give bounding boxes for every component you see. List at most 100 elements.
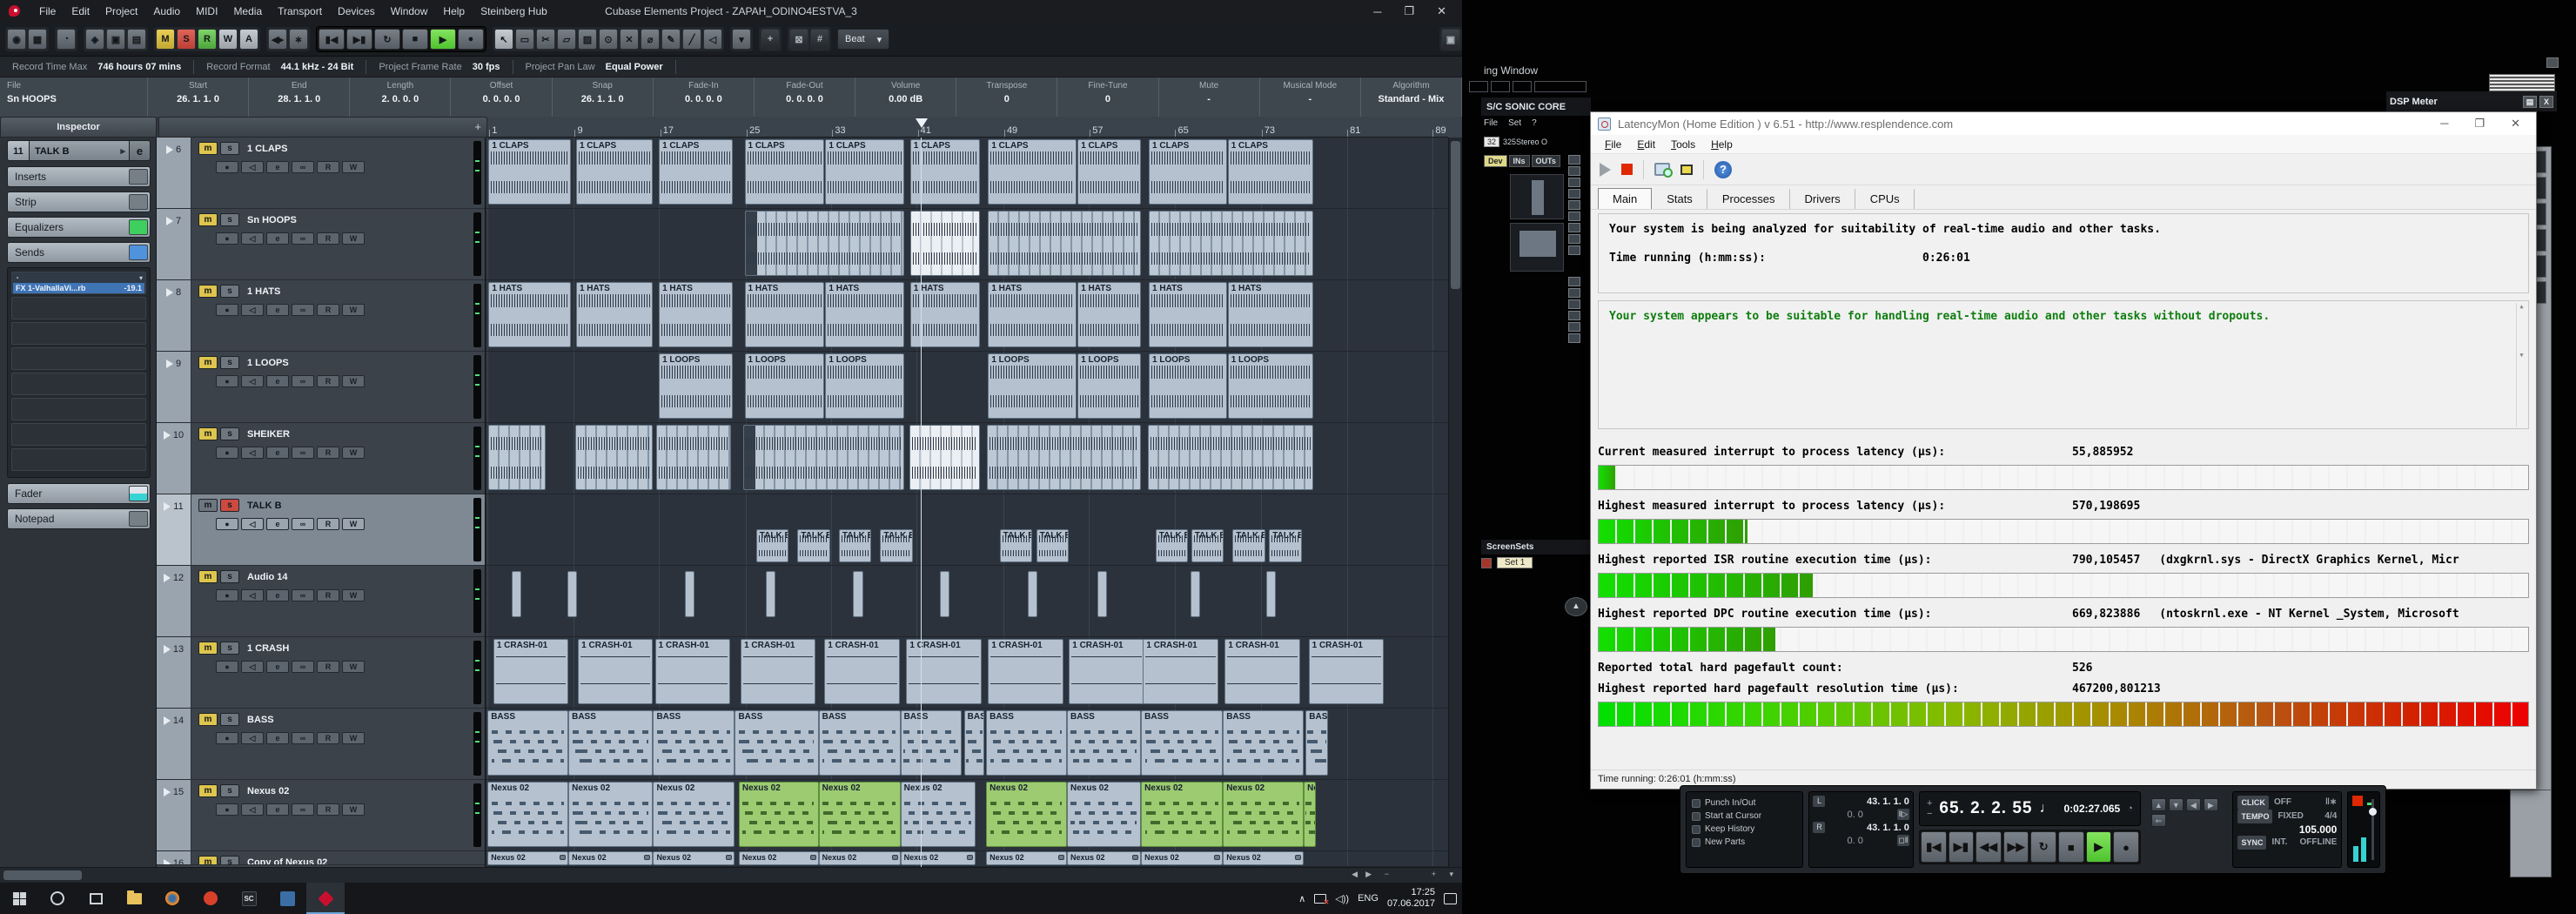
language-indicator[interactable]: ENG — [1358, 893, 1379, 904]
audio-clip[interactable] — [766, 571, 775, 617]
mute-all-button[interactable]: M — [156, 29, 175, 50]
event-display[interactable]: 1 CLAPS1 CLAPS1 CLAPS1 CLAPS1 CLAPS1 CLA… — [486, 138, 1448, 867]
nudge-button[interactable]: ▶ — [2204, 798, 2218, 811]
audio-clip[interactable]: BASS — [901, 710, 963, 776]
audio-clip[interactable]: 1 LOOPS — [745, 353, 825, 419]
write-button[interactable]: W — [342, 375, 365, 387]
edit-button[interactable]: e — [266, 518, 289, 530]
track-row-1-loops[interactable]: 9ms1 LOOPS●◁e∞RW — [157, 352, 485, 423]
monitor-button[interactable]: ◁ — [241, 304, 264, 316]
audio-clip[interactable]: TALK B — [880, 529, 913, 562]
solo-button[interactable]: s — [220, 285, 239, 298]
audio-clip[interactable]: TALK B — [1000, 529, 1033, 562]
info-column-transpose[interactable]: Transpose0 — [956, 77, 1057, 117]
latencymon-tab-processes[interactable]: Processes — [1708, 189, 1790, 209]
audio-clip[interactable]: 1 HATS — [988, 282, 1077, 347]
audio-clip[interactable]: Nexus 02 — [986, 782, 1067, 847]
snap-onoff-icon[interactable]: ⊠ — [789, 29, 808, 50]
audio-clip[interactable]: Nexus 02 — [1067, 782, 1141, 847]
grid-type-dropdown[interactable]: Beat▾ — [837, 29, 889, 50]
audio-clip[interactable]: 1 CLAPS — [1077, 139, 1141, 205]
color-menu[interactable]: ▾ — [732, 29, 751, 50]
close-button[interactable]: ✕ — [2511, 117, 2520, 131]
link-button[interactable]: ∞ — [292, 232, 314, 245]
pool-icon[interactable]: ▣ — [106, 29, 125, 50]
transport-position[interactable]: 65. 2. 2. 55 — [1939, 799, 2032, 818]
audio-clip[interactable]: BASS — [1223, 710, 1304, 776]
goto-start-button[interactable]: ▮◀ — [1921, 831, 1947, 863]
inspector-section-inserts[interactable]: Inserts — [7, 166, 151, 187]
link-button[interactable]: ∞ — [292, 518, 314, 530]
audio-clip[interactable]: 1 LOOPS — [825, 353, 904, 419]
audio-clip[interactable] — [512, 571, 521, 617]
audio-clip[interactable] — [1028, 571, 1037, 617]
scope-chip-ins[interactable]: INs — [1509, 155, 1530, 167]
audio-clip[interactable]: Nexus 02 — [1141, 851, 1223, 865]
audio-clip[interactable]: 1 HATS — [745, 282, 825, 347]
info-column-volume[interactable]: Volume0.00 dB — [855, 77, 956, 117]
track-expand-icon[interactable] — [164, 502, 171, 511]
read-button[interactable]: R — [317, 661, 339, 673]
file-explorer-button[interactable] — [115, 883, 153, 914]
draw-tool[interactable]: ✎ — [661, 29, 681, 50]
glue-tool[interactable]: ▱ — [557, 29, 576, 50]
record-arm-button[interactable]: ● — [216, 661, 238, 673]
audio-clip[interactable]: 1 HATS — [576, 282, 653, 347]
info-column-start[interactable]: Start26. 1. 1. 0 — [148, 77, 249, 117]
monitor-button[interactable]: ◁ — [241, 375, 264, 387]
edit-button[interactable]: e — [266, 232, 289, 245]
audio-clip[interactable] — [1266, 571, 1276, 617]
edit-button[interactable]: e — [266, 304, 289, 316]
time-display-icon[interactable]: ◔ — [57, 29, 76, 50]
track-expand-icon[interactable] — [166, 217, 173, 225]
audio-clip[interactable] — [743, 425, 904, 490]
object-selection-tool[interactable]: ↖ — [494, 29, 513, 50]
monitor-button[interactable]: ◁ — [241, 589, 264, 601]
info-column-mute[interactable]: Mute- — [1159, 77, 1260, 117]
link-button[interactable]: ∞ — [292, 447, 314, 459]
solo-button[interactable]: s — [220, 570, 239, 583]
close-button[interactable]: ✕ — [1437, 4, 1446, 18]
maximize-button[interactable]: ❐ — [2474, 117, 2485, 131]
menu-devices[interactable]: Devices — [330, 0, 383, 23]
audio-clip[interactable]: BASS — [487, 710, 568, 776]
audio-clip[interactable]: Nexus 02 — [653, 782, 735, 847]
mute-button[interactable]: m — [198, 499, 218, 512]
send-slot-empty[interactable] — [11, 398, 146, 420]
menu-window[interactable]: Window — [383, 0, 436, 23]
audio-clip[interactable]: Nexus 02 — [901, 782, 976, 847]
audio-clip[interactable]: TALK B — [1036, 529, 1070, 562]
audio-clip[interactable]: BASS — [735, 710, 818, 776]
expand-arrow-icon[interactable]: ▸ — [120, 141, 125, 162]
project-setup-icon[interactable]: ▦ — [28, 29, 47, 50]
read-automation-button[interactable]: R — [198, 29, 217, 50]
read-button[interactable]: R — [317, 375, 339, 387]
audio-clip[interactable]: Nexus 02 — [901, 851, 976, 865]
track-expand-icon[interactable] — [166, 145, 173, 154]
tray-chevron-icon[interactable]: ∧ — [1298, 893, 1305, 904]
audio-clip[interactable]: 1 HATS — [1228, 282, 1313, 347]
punch-in-icon[interactable]: ‖▷ — [1897, 809, 1909, 820]
write-button[interactable]: W — [342, 161, 365, 173]
audio-clip[interactable] — [1148, 425, 1313, 490]
audio-clip[interactable]: TALK B — [797, 529, 830, 562]
audio-clip[interactable]: Nexus 02 — [1141, 782, 1223, 847]
nudge-button[interactable]: ◀ — [2186, 798, 2201, 811]
audio-clip[interactable]: 1 CRASH-01 — [1143, 639, 1218, 704]
read-button[interactable]: R — [317, 518, 339, 530]
solo-button[interactable]: s — [220, 713, 239, 726]
link-button[interactable]: ∞ — [292, 161, 314, 173]
power-icon[interactable]: ◔ — [15, 274, 19, 282]
mute-button[interactable]: m — [198, 784, 218, 797]
menu-steinberg-hub[interactable]: Steinberg Hub — [473, 0, 555, 23]
horizontal-scrollbar[interactable]: ◀ ▶ − + ▾ — [0, 867, 1462, 883]
info-column-algorithm[interactable]: AlgorithmStandard - Mix — [1361, 77, 1462, 117]
stop-monitor-button[interactable] — [1621, 164, 1633, 175]
mute-button[interactable]: m — [198, 642, 218, 655]
audio-clip[interactable] — [909, 425, 981, 490]
menu-midi[interactable]: MIDI — [188, 0, 225, 23]
goto-end-button[interactable]: ▶▮ — [1949, 831, 1975, 863]
audio-clip[interactable]: BASS — [819, 710, 901, 776]
write-button[interactable]: W — [342, 447, 365, 459]
audio-clip[interactable]: Nexus 02 — [487, 782, 568, 847]
